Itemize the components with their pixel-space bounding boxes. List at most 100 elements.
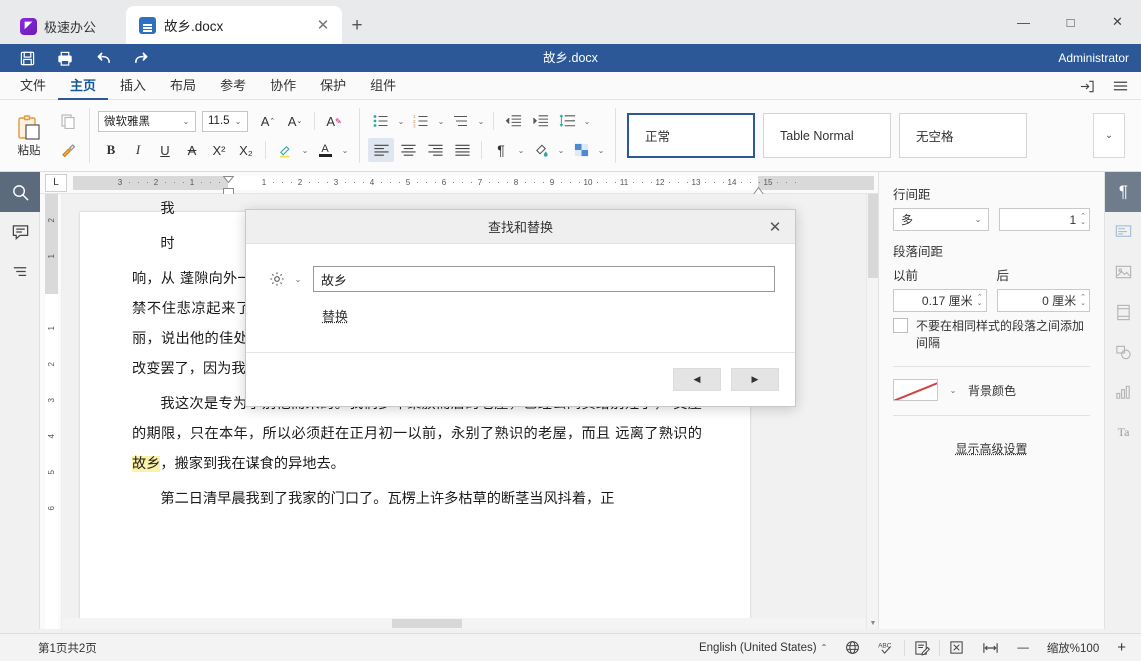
gear-icon[interactable] xyxy=(266,268,288,290)
menu-item-protect[interactable]: 保护 xyxy=(308,72,358,100)
background-color-swatch[interactable] xyxy=(893,379,938,401)
user-name[interactable]: Administrator xyxy=(1058,44,1129,72)
find-replace-dialog[interactable]: 查找和替换 ✕ ⌄ 故乡 替换 ◀ ▶ xyxy=(245,209,796,407)
app-tab[interactable]: ◤ 极速办公 xyxy=(6,8,114,44)
underline-button[interactable]: U xyxy=(152,138,178,162)
copy-icon[interactable] xyxy=(55,109,81,133)
spacing-after-input[interactable]: 0 厘米 ⌃ ⌄ xyxy=(996,289,1090,312)
share-icon[interactable] xyxy=(1069,72,1103,100)
horizontal-ruler[interactable]: L 3 2 1 1 2 3 4 5 6 7 8 9 10 11 12 13 14 15 xyxy=(40,172,878,197)
chevron-down-icon[interactable]: ⌄ xyxy=(581,117,593,126)
italic-button[interactable]: I xyxy=(125,138,151,162)
line-spacing-value-input[interactable]: 1 ⌃ ⌄ xyxy=(999,208,1090,231)
borders-icon[interactable] xyxy=(568,138,594,162)
spacing-before-input[interactable]: 0.17 厘米 ⌃ ⌄ xyxy=(893,289,987,312)
style-no-spacing[interactable]: 无空格 xyxy=(899,113,1027,158)
horizontal-scrollbar-thumb[interactable] xyxy=(392,619,462,628)
paragraph-icon[interactable]: ¶ xyxy=(1105,172,1141,212)
close-tab-icon[interactable]: ✕ xyxy=(314,16,332,34)
close-window-button[interactable]: ✕ xyxy=(1094,0,1141,44)
numbered-list-icon[interactable]: 123 xyxy=(408,109,434,133)
chevron-down-icon[interactable]: ⌄ xyxy=(395,117,407,126)
minimize-button[interactable]: — xyxy=(1000,0,1047,44)
multilevel-list-icon[interactable] xyxy=(448,109,474,133)
line-spacing-mode-select[interactable]: 多 ⌄ xyxy=(893,208,989,231)
hamburger-icon[interactable] xyxy=(1103,72,1137,100)
chevron-down-icon[interactable]: ⌄ xyxy=(947,386,959,395)
image-icon[interactable] xyxy=(1105,252,1141,292)
shading-icon[interactable] xyxy=(528,138,554,162)
chevron-down-icon[interactable]: ⌄ xyxy=(515,146,527,155)
decrease-indent-icon[interactable] xyxy=(500,109,526,133)
search-icon[interactable] xyxy=(0,172,40,212)
superscript-button[interactable]: X² xyxy=(206,138,232,162)
styles-expand-button[interactable]: ⌄ xyxy=(1093,113,1125,158)
redo-icon[interactable] xyxy=(122,44,160,72)
chevron-down-icon[interactable]: ⌄ xyxy=(435,117,447,126)
document-paragraph[interactable]: 第二日清早晨我到了我家的门口了。瓦楞上许多枯草的断茎当风抖着，正 xyxy=(132,484,702,514)
line-spacing-icon[interactable] xyxy=(554,109,580,133)
headings-icon[interactable] xyxy=(0,252,40,292)
font-size-select[interactable]: 11.5 ⌄ xyxy=(202,110,248,132)
save-icon[interactable] xyxy=(8,44,46,72)
fit-width-icon[interactable] xyxy=(973,634,1008,661)
globe-icon[interactable] xyxy=(836,634,869,661)
bullet-list-icon[interactable] xyxy=(368,109,394,133)
chevron-down-icon[interactable]: ⌄ xyxy=(475,117,487,126)
text-art-icon[interactable] xyxy=(1105,212,1141,252)
text-box-icon[interactable]: Ta xyxy=(1105,412,1141,452)
no-spacing-same-style-row[interactable]: 不要在相同样式的段落之间添加间隔 xyxy=(893,318,1090,352)
grow-font-button[interactable]: A ⌃ xyxy=(255,109,281,133)
menu-item-collaboration[interactable]: 协作 xyxy=(258,72,308,100)
horizontal-scrollbar[interactable] xyxy=(62,618,866,629)
chevron-down-icon[interactable]: ⌄ xyxy=(299,146,311,155)
chevron-down-icon[interactable]: ⌄ xyxy=(555,146,567,155)
align-right-icon[interactable] xyxy=(422,138,448,162)
subscript-button[interactable]: X₂ xyxy=(233,138,259,162)
show-marks-icon[interactable]: ¶ xyxy=(488,138,514,162)
close-icon[interactable]: ✕ xyxy=(765,217,785,237)
language-selector[interactable]: English (United States) ⌃ xyxy=(690,634,836,661)
spellcheck-icon[interactable]: ABC xyxy=(869,634,904,661)
chevron-down-icon[interactable]: ⌄ xyxy=(292,275,304,284)
paste-button[interactable]: 粘贴 xyxy=(5,100,53,171)
maximize-button[interactable]: □ xyxy=(1047,0,1094,44)
advanced-settings-link[interactable]: 显示高级设置 xyxy=(893,440,1090,457)
font-name-select[interactable]: 微软雅黑 ⌄ xyxy=(98,110,196,132)
vertical-scrollbar-thumb[interactable] xyxy=(868,194,878,278)
track-changes-icon[interactable] xyxy=(905,634,939,661)
tab-stop-selector[interactable]: L xyxy=(45,173,67,192)
clear-formatting-button[interactable]: A ✎ xyxy=(321,109,347,133)
menu-item-layout[interactable]: 布局 xyxy=(158,72,208,100)
vertical-scrollbar[interactable]: ▼ xyxy=(866,194,878,629)
document-tab[interactable]: 故乡.docx ✕ xyxy=(126,6,343,44)
header-footer-icon[interactable] xyxy=(1105,292,1141,332)
zoom-out-button[interactable]: — xyxy=(1008,634,1038,661)
undo-icon[interactable] xyxy=(84,44,122,72)
format-painter-icon[interactable] xyxy=(55,139,81,163)
find-previous-button[interactable]: ◀ xyxy=(673,368,721,391)
menu-item-insert[interactable]: 插入 xyxy=(108,72,158,100)
menu-item-home[interactable]: 主页 xyxy=(58,72,109,100)
align-center-icon[interactable] xyxy=(395,138,421,162)
chevron-down-icon[interactable]: ⌄ xyxy=(339,146,351,155)
menu-item-file[interactable]: 文件 xyxy=(8,72,58,100)
replace-link[interactable]: 替换 xyxy=(322,306,348,325)
new-tab-button[interactable]: + xyxy=(342,8,372,44)
font-color-icon[interactable]: A xyxy=(312,138,338,162)
fit-page-icon[interactable] xyxy=(940,634,973,661)
justify-icon[interactable] xyxy=(449,138,475,162)
style-normal[interactable]: 正常 xyxy=(627,113,755,158)
chart-icon[interactable] xyxy=(1105,372,1141,412)
increase-indent-icon[interactable] xyxy=(527,109,553,133)
menu-item-components[interactable]: 组件 xyxy=(358,72,408,100)
vertical-ruler[interactable]: 2 1 1 2 3 4 5 6 xyxy=(40,194,62,629)
shape-icon[interactable] xyxy=(1105,332,1141,372)
style-table-normal[interactable]: Table Normal xyxy=(763,113,891,158)
menu-item-reference[interactable]: 参考 xyxy=(208,72,258,100)
strikethrough-button[interactable]: A xyxy=(179,138,205,162)
spinner-icon[interactable]: ⌃ ⌄ xyxy=(1080,213,1086,226)
no-spacing-same-style-checkbox[interactable] xyxy=(893,318,908,333)
shrink-font-button[interactable]: A ⌄ xyxy=(282,109,308,133)
zoom-in-button[interactable]: + xyxy=(1108,634,1135,661)
